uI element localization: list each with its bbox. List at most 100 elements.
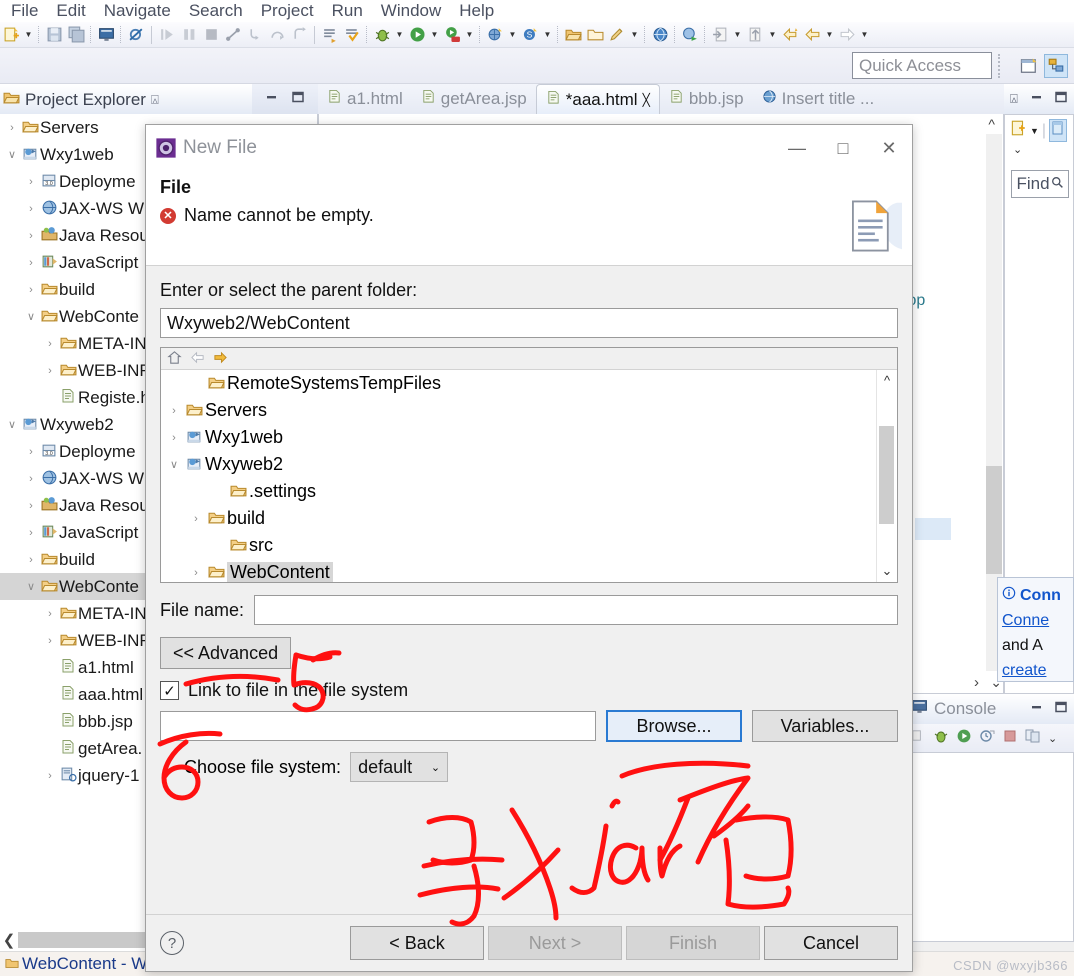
browse-button[interactable]: Browse...: [606, 710, 742, 742]
twisty-collapsed-icon[interactable]: ›: [23, 473, 39, 485]
editor-tab-inserttitle[interactable]: Insert title ...: [753, 84, 884, 114]
twisty-collapsed-icon[interactable]: ›: [23, 446, 39, 458]
twisty-expanded-icon[interactable]: ∨: [4, 148, 20, 161]
editor-scroll-right-icon[interactable]: ›: [974, 674, 979, 691]
parent-folder-input[interactable]: Wxyweb2/WebContent: [160, 308, 898, 338]
twisty-expanded-icon[interactable]: ∨: [165, 458, 183, 471]
editor-scroll-up-icon[interactable]: ^: [988, 116, 995, 132]
run-on-server-dropdown-icon[interactable]: ▼: [463, 25, 476, 45]
dialog-minimize-button[interactable]: —: [774, 125, 820, 171]
twisty-collapsed-icon[interactable]: ›: [42, 338, 58, 350]
tree-scroll-down-icon[interactable]: ⌄: [882, 563, 893, 579]
help-button[interactable]: ?: [160, 931, 184, 955]
editor-tab-a1html[interactable]: a1.html: [318, 84, 412, 114]
run-web-app-icon[interactable]: [679, 24, 701, 46]
menu-item-file[interactable]: File: [2, 1, 47, 21]
next-annotation-icon[interactable]: [319, 24, 341, 46]
twisty-collapsed-icon[interactable]: ›: [23, 284, 39, 296]
folder-tree-box[interactable]: RemoteSystemsTempFiles › Servers › Wxy1web ∨ W…: [160, 347, 898, 583]
home-icon[interactable]: [167, 350, 182, 368]
folder-tree-area[interactable]: RemoteSystemsTempFiles › Servers › Wxy1web ∨ W…: [161, 370, 897, 582]
quick-access-input[interactable]: Quick Access: [852, 52, 992, 79]
dialog-tree-item-src[interactable]: src: [161, 532, 897, 559]
project-explorer-tab[interactable]: Project Explorer ⍓: [0, 84, 252, 114]
twisty-expanded-icon[interactable]: ∨: [4, 418, 20, 431]
dialog-tree-item-wxy1web[interactable]: › Wxy1web: [161, 424, 897, 451]
console-display-selected-icon[interactable]: [1025, 728, 1041, 749]
file-name-input[interactable]: [254, 595, 898, 625]
new-wizard-dropdown-icon[interactable]: ▼: [22, 25, 35, 45]
dialog-tree-item-build[interactable]: › build: [161, 505, 897, 532]
twisty-collapsed-icon[interactable]: ›: [23, 554, 39, 566]
twisty-expanded-icon[interactable]: ∨: [23, 580, 39, 593]
twisty-collapsed-icon[interactable]: ›: [23, 527, 39, 539]
palette-collapse-icon[interactable]: ⌄: [1005, 143, 1073, 156]
console-debug-icon[interactable]: [933, 728, 949, 749]
open-folder2-icon[interactable]: [584, 24, 606, 46]
twisty-collapsed-icon[interactable]: ›: [187, 567, 205, 579]
import-dropdown-icon[interactable]: ▼: [731, 25, 744, 45]
palette-dropdown-icon[interactable]: ▼: [1030, 126, 1039, 136]
dialog-tree-item-webcontent[interactable]: › WebContent: [161, 559, 897, 582]
twisty-expanded-icon[interactable]: ∨: [23, 310, 39, 323]
run-dropdown-icon[interactable]: ▼: [428, 25, 441, 45]
console-run-icon[interactable]: [956, 728, 972, 749]
palette-maximize-icon[interactable]: [1054, 90, 1068, 109]
minimize-icon[interactable]: [265, 90, 279, 109]
open-perspective-icon[interactable]: [1017, 54, 1041, 78]
cancel-button[interactable]: Cancel: [764, 926, 898, 960]
link-to-file-row[interactable]: ✓ Link to file in the file system: [160, 680, 898, 701]
forward-dropdown-icon[interactable]: ▼: [858, 25, 871, 45]
java-ee-perspective-icon[interactable]: [1044, 53, 1068, 78]
twisty-collapsed-icon[interactable]: ›: [42, 608, 58, 620]
menu-item-navigate[interactable]: Navigate: [95, 1, 180, 21]
dialog-tree-item-wxyweb2[interactable]: ∨ Wxyweb2: [161, 451, 897, 478]
twisty-collapsed-icon[interactable]: ›: [165, 432, 183, 444]
back-button[interactable]: < Back: [350, 926, 484, 960]
twisty-collapsed-icon[interactable]: ›: [23, 176, 39, 188]
twisty-collapsed-icon[interactable]: ›: [42, 635, 58, 647]
dialog-tree-item-settings[interactable]: .settings: [161, 478, 897, 505]
palette-minimize-icon[interactable]: [1030, 90, 1044, 109]
palette-tab[interactable]: ⍓: [1004, 84, 1074, 114]
info-card-link-1[interactable]: Conne: [1002, 608, 1069, 633]
editor-tab-getareajsp[interactable]: getArea.jsp: [412, 84, 536, 114]
twisty-collapsed-icon[interactable]: ›: [23, 203, 39, 215]
variables-button[interactable]: Variables...: [752, 710, 898, 742]
link-path-input[interactable]: [160, 711, 596, 741]
menu-item-window[interactable]: Window: [372, 1, 450, 21]
open-folder-icon[interactable]: [562, 24, 584, 46]
new-file-dialog[interactable]: New File — □ ✕ File ✕ Name cannot be emp…: [145, 124, 913, 972]
back-dropdown-icon[interactable]: ▼: [823, 25, 836, 45]
back-icon[interactable]: [801, 24, 823, 46]
close-icon[interactable]: ⍓: [151, 92, 159, 108]
menu-item-edit[interactable]: Edit: [47, 1, 94, 21]
run-on-server-icon[interactable]: [441, 24, 463, 46]
dialog-maximize-button[interactable]: □: [820, 125, 866, 171]
editor-scrollbar-thumb[interactable]: [986, 466, 1002, 574]
save-icon[interactable]: [43, 24, 65, 46]
file-system-select[interactable]: default ⌄: [350, 752, 449, 782]
palette-find-button[interactable]: Find: [1011, 170, 1069, 198]
new-web-project-icon[interactable]: [484, 24, 506, 46]
palette-new-icon[interactable]: [1009, 119, 1027, 142]
menu-item-project[interactable]: Project: [252, 1, 323, 21]
console-minimize-icon[interactable]: [1030, 699, 1044, 719]
scroll-left-icon[interactable]: ❮: [0, 931, 18, 949]
editor-tab-close-icon[interactable]: ╳: [643, 93, 650, 107]
maximize-icon[interactable]: [291, 90, 305, 109]
twisty-collapsed-icon[interactable]: ›: [23, 230, 39, 242]
validate-icon[interactable]: [341, 24, 363, 46]
back-icon[interactable]: [190, 350, 205, 368]
palette-close-icon[interactable]: ⍓: [1010, 91, 1018, 107]
console-maximize-icon[interactable]: [1054, 699, 1068, 719]
run-icon[interactable]: [406, 24, 428, 46]
debug-icon[interactable]: [371, 24, 393, 46]
debug-dropdown-icon[interactable]: ▼: [393, 25, 406, 45]
twisty-collapsed-icon[interactable]: ›: [23, 257, 39, 269]
menu-item-search[interactable]: Search: [180, 1, 252, 21]
editor-tab-bbbjsp[interactable]: bbb.jsp: [660, 84, 753, 114]
twisty-collapsed-icon[interactable]: ›: [23, 500, 39, 512]
dialog-tree-item-servers[interactable]: › Servers: [161, 397, 897, 424]
new-server-icon[interactable]: S: [519, 24, 541, 46]
